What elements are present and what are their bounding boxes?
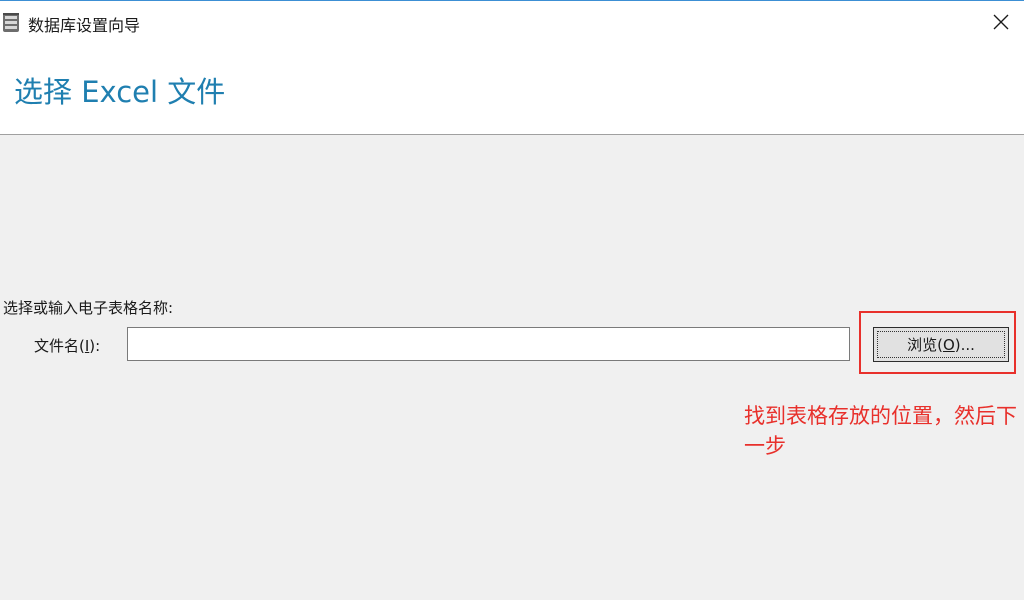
wizard-window: 数据库设置向导 选择 Excel 文件 选择或输入电子表格名称: 文件名(I):… bbox=[0, 0, 1024, 600]
window-title: 数据库设置向导 bbox=[28, 16, 141, 35]
database-icon bbox=[2, 11, 20, 33]
section-label: 选择或输入电子表格名称: bbox=[3, 299, 174, 317]
browse-button-label: 浏览(O)... bbox=[907, 334, 975, 355]
wizard-header: 选择 Excel 文件 bbox=[0, 43, 1024, 135]
close-icon bbox=[993, 14, 1009, 30]
file-label-prefix: 文件名( bbox=[34, 337, 85, 355]
page-title: 选择 Excel 文件 bbox=[14, 75, 226, 109]
title-bar: 数据库设置向导 bbox=[0, 1, 1024, 43]
annotation-text: 找到表格存放的位置，然后下一步 bbox=[744, 404, 1017, 458]
browse-label-accel: O bbox=[942, 336, 955, 354]
close-button[interactable] bbox=[978, 1, 1024, 43]
file-name-label: 文件名(I): bbox=[34, 335, 100, 356]
browse-button[interactable]: 浏览(O)... bbox=[873, 327, 1009, 362]
file-name-input[interactable] bbox=[127, 327, 850, 361]
file-label-suffix: ): bbox=[89, 337, 101, 355]
wizard-content: 选择或输入电子表格名称: 文件名(I): 浏览(O)... 找到表格存放的位置，… bbox=[0, 135, 1024, 600]
browse-label-suffix: )... bbox=[954, 336, 975, 354]
browse-label-prefix: 浏览( bbox=[907, 336, 943, 354]
